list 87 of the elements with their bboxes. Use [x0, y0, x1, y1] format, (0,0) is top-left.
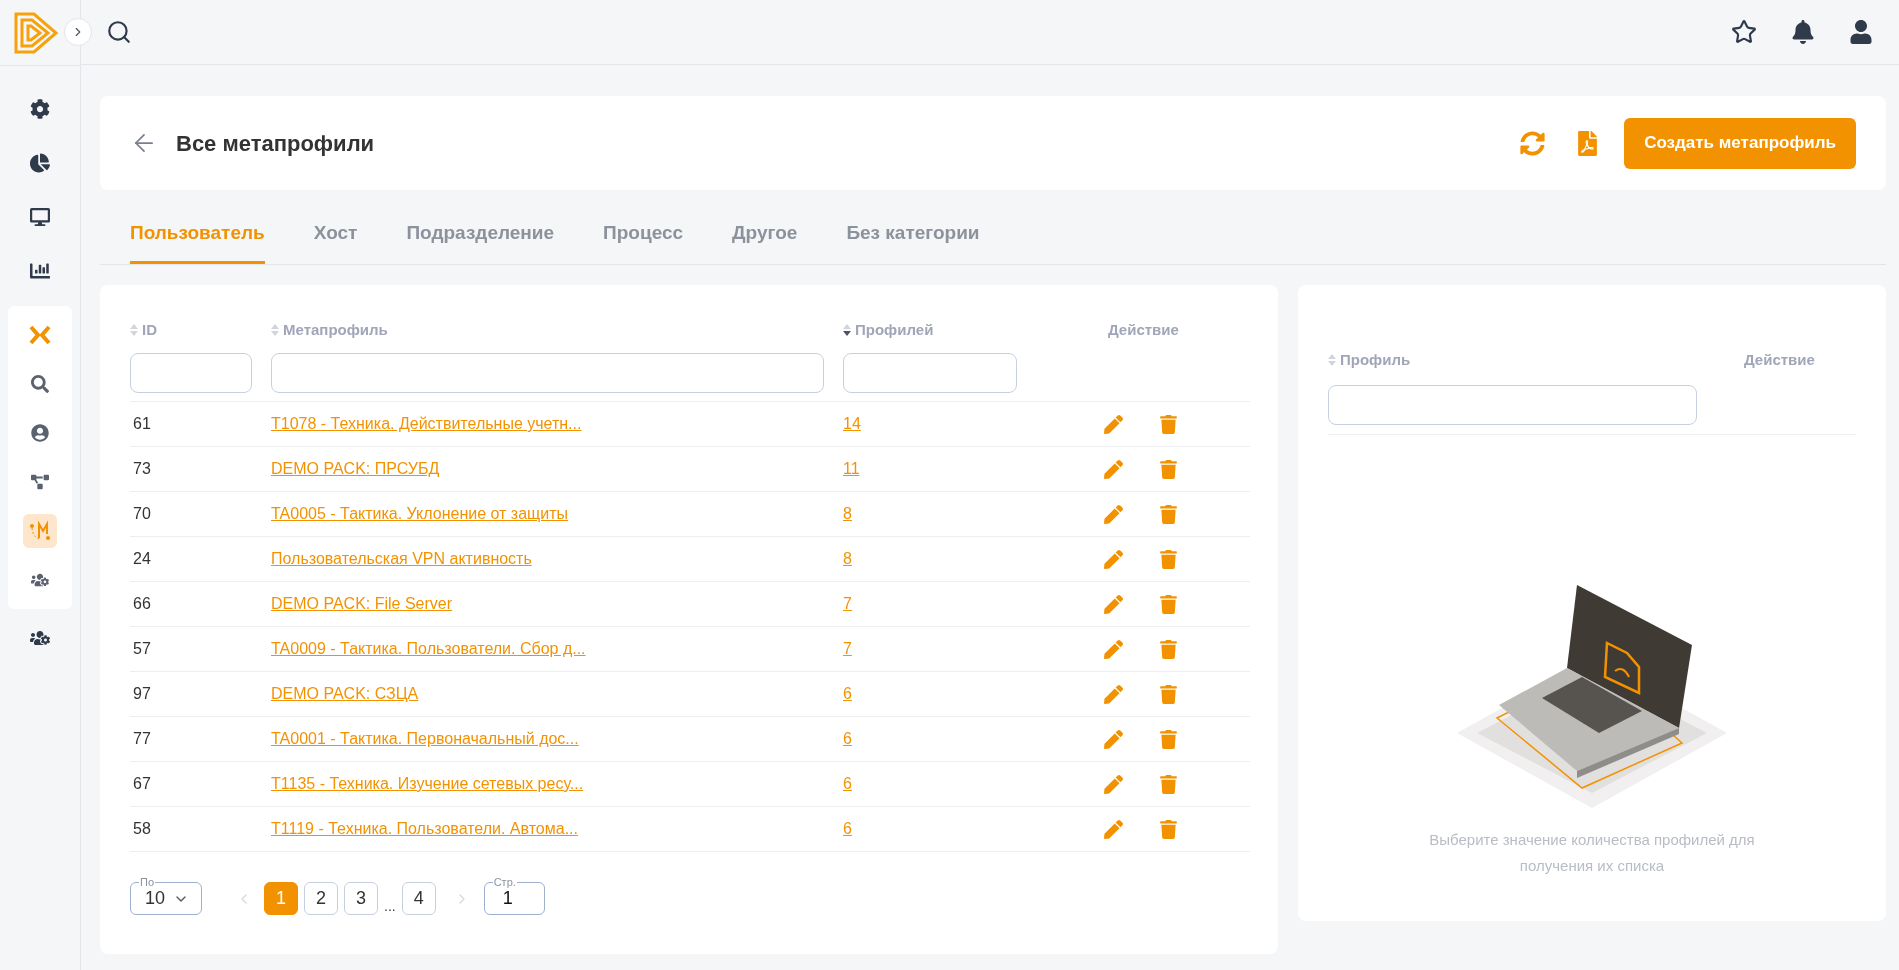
id-cell-text: 67: [132, 775, 151, 792]
edit-button[interactable]: [1104, 549, 1123, 569]
metaprofile-link[interactable]: TA0001 - Тактика. Первоначальный дос...: [271, 730, 579, 747]
expand-sidebar-button[interactable]: [64, 18, 92, 46]
pie-chart-icon: [30, 153, 50, 173]
bar-chart-icon: [30, 261, 50, 281]
edit-button[interactable]: [1104, 594, 1123, 614]
metaprofile-link[interactable]: DEMO PACK: ПРСУБД: [271, 460, 440, 477]
delete-button[interactable]: [1159, 504, 1178, 524]
id-cell-text: 97: [132, 685, 151, 702]
profile-count-link[interactable]: 14: [843, 415, 861, 432]
id-cell-text: 70: [132, 505, 151, 522]
profile-count-link[interactable]: 11: [843, 460, 860, 477]
delete-button[interactable]: [1159, 729, 1178, 749]
edit-button[interactable]: [1104, 774, 1123, 794]
column-header: ID: [142, 319, 157, 340]
cross-icon: [29, 325, 51, 345]
page-button[interactable]: 4: [401, 882, 436, 915]
profile-count-link[interactable]: 8: [843, 505, 852, 522]
create-metaprofile-button[interactable]: Создать метапрофиль: [1624, 117, 1856, 169]
delete-button[interactable]: [1159, 414, 1178, 434]
filter-field[interactable]: [271, 353, 824, 393]
tab[interactable]: Подразделение: [406, 218, 555, 264]
profile-count-link[interactable]: 6: [843, 730, 852, 747]
profile-count-link[interactable]: 6: [843, 685, 852, 702]
edit-button[interactable]: [1104, 729, 1123, 749]
edit-button[interactable]: [1104, 459, 1123, 479]
metaprofile-link[interactable]: DEMO PACK: СЗЦА: [271, 685, 419, 702]
edit-button[interactable]: [1104, 414, 1123, 434]
page-title: Все метапрофили: [176, 129, 375, 158]
edit-button[interactable]: [1104, 819, 1123, 839]
delete-button[interactable]: [1159, 774, 1178, 794]
empty-state-message: Выберите значение количества профилей для получения их списка: [1428, 830, 1756, 876]
filter-field[interactable]: [130, 353, 252, 393]
tab[interactable]: Пользователь: [130, 218, 265, 264]
delete-button[interactable]: [1159, 639, 1178, 659]
gears-icon: [30, 628, 50, 648]
id-cell-text: 66: [132, 595, 151, 612]
edit-button[interactable]: [1104, 504, 1123, 524]
sort-icon[interactable]: [843, 324, 851, 336]
profile-count-link[interactable]: 8: [843, 550, 852, 567]
gear-icon: [30, 99, 50, 119]
metaprofile-link[interactable]: Пользовательская VPN активность: [271, 550, 532, 567]
delete-button[interactable]: [1159, 684, 1178, 704]
column-header: Профилей: [855, 319, 934, 340]
metaprofile-link[interactable]: TA0009 - Тактика. Пользователи. Сбор д...: [271, 640, 586, 657]
profile-count-link[interactable]: 7: [843, 640, 852, 657]
delete-button[interactable]: [1159, 594, 1178, 614]
tab[interactable]: Хост: [313, 218, 358, 264]
tab[interactable]: Другое: [732, 218, 798, 264]
filter-field[interactable]: [843, 353, 1017, 393]
profile-count-link[interactable]: 7: [843, 595, 852, 612]
metaprofile-link[interactable]: TA0005 - Тактика. Уклонение от защиты: [271, 505, 568, 522]
tab[interactable]: Процесс: [603, 218, 684, 264]
profile-count-link[interactable]: 6: [843, 820, 852, 837]
metaprofile-link[interactable]: T1135 - Техника. Изучение сетевых ресу...: [271, 775, 584, 792]
refresh-button[interactable]: [1520, 130, 1546, 156]
metaprofile-link[interactable]: T1119 - Техника. Пользователи. Автома...: [271, 820, 578, 837]
id-cell-text: 24: [132, 550, 151, 567]
profile-count-link[interactable]: 6: [843, 775, 852, 792]
metaprofile-link[interactable]: DEMO PACK: File Server: [271, 595, 453, 612]
network-icon: [31, 473, 49, 491]
monitor-icon: [30, 207, 50, 227]
column-header: Действие: [1107, 319, 1179, 340]
id-cell-text: 73: [132, 460, 151, 477]
metaprofile-link[interactable]: T1078 - Техника. Действительные учетн...: [271, 415, 582, 432]
page-button[interactable]: 3: [344, 882, 378, 915]
page-button[interactable]: 1: [264, 882, 298, 915]
logo[interactable]: [14, 11, 60, 54]
column-header: Профиль: [1340, 349, 1411, 370]
id-cell-text: 77: [132, 730, 151, 747]
edit-button[interactable]: [1104, 639, 1123, 659]
edit-button[interactable]: [1104, 684, 1123, 704]
pagination-ellipsis: ...: [384, 899, 396, 915]
delete-button[interactable]: [1159, 819, 1178, 839]
delete-button[interactable]: [1159, 549, 1178, 569]
id-cell-text: 61: [132, 415, 151, 432]
page-button[interactable]: 2: [304, 882, 338, 915]
m-letter-icon: [28, 520, 52, 542]
column-header: Действие: [1744, 349, 1815, 370]
filter-field[interactable]: [1328, 384, 1697, 425]
user-icon: [31, 424, 49, 442]
id-cell-text: 58: [132, 820, 151, 837]
id-cell-text: 57: [132, 640, 151, 657]
column-header: Метапрофиль: [283, 319, 388, 340]
delete-button[interactable]: [1159, 459, 1178, 479]
tab[interactable]: Без категории: [846, 218, 980, 264]
